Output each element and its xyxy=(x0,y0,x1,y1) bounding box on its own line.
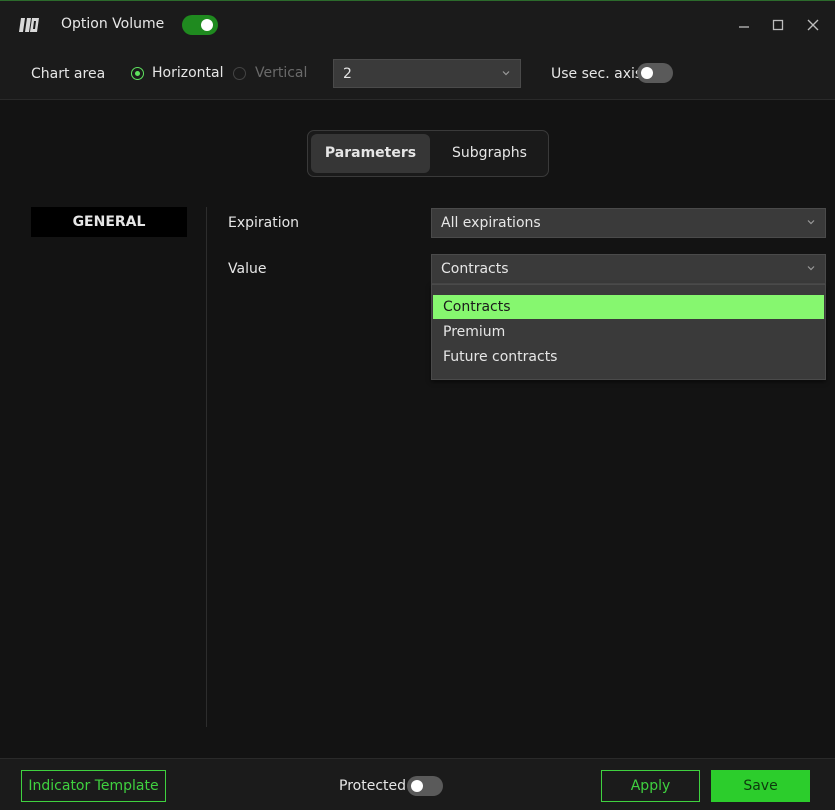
sec-axis-label: Use sec. axis xyxy=(551,66,643,82)
protected-toggle[interactable] xyxy=(407,776,443,796)
app-logo-icon xyxy=(19,18,39,32)
tab-subgraphs[interactable]: Subgraphs xyxy=(433,134,546,173)
nav-item-general[interactable]: GENERAL xyxy=(31,207,187,237)
indicator-settings-window: Option Volume Chart area Horizontal Vert… xyxy=(0,0,835,810)
pane-select[interactable]: 2 xyxy=(333,59,521,88)
dropdown-option-contracts[interactable]: Contracts xyxy=(433,295,824,319)
close-button[interactable] xyxy=(802,14,824,36)
sec-axis-toggle[interactable] xyxy=(637,63,673,83)
expiration-select-value: All expirations xyxy=(441,215,541,231)
chevron-down-icon xyxy=(502,71,510,76)
footer-bar: Indicator Template Protected Apply Save xyxy=(0,758,835,810)
apply-button[interactable]: Apply xyxy=(601,770,700,802)
tab-parameters[interactable]: Parameters xyxy=(311,134,430,173)
indicator-enabled-toggle[interactable] xyxy=(182,15,218,35)
expiration-select[interactable]: All expirations xyxy=(431,208,826,238)
chart-area-row: Chart area Horizontal Vertical 2 Use sec… xyxy=(0,48,835,100)
orientation-horizontal-label: Horizontal xyxy=(152,65,224,81)
pane-select-value: 2 xyxy=(343,66,352,82)
chevron-down-icon xyxy=(807,220,815,225)
save-button[interactable]: Save xyxy=(711,770,810,802)
toggle-knob xyxy=(411,780,423,792)
settings-tabs: Parameters Subgraphs xyxy=(307,130,549,177)
orientation-vertical-label: Vertical xyxy=(255,65,308,81)
dropdown-option-premium[interactable]: Premium xyxy=(433,320,824,344)
window-title: Option Volume xyxy=(61,16,165,32)
radio-unselected-icon[interactable] xyxy=(233,67,246,80)
value-label: Value xyxy=(228,261,267,277)
radio-selected-icon[interactable] xyxy=(131,67,144,80)
value-select-value: Contracts xyxy=(441,261,509,277)
toggle-knob xyxy=(641,67,653,79)
chevron-down-icon xyxy=(807,266,815,271)
section-divider xyxy=(206,207,207,727)
chart-area-label: Chart area xyxy=(31,66,106,82)
toggle-knob xyxy=(201,19,213,31)
indicator-template-button[interactable]: Indicator Template xyxy=(21,770,166,802)
value-select[interactable]: Contracts xyxy=(431,254,826,284)
maximize-icon xyxy=(772,19,784,31)
minimize-button[interactable] xyxy=(733,14,755,36)
value-dropdown-list: Contracts Premium Future contracts xyxy=(431,284,826,380)
maximize-button[interactable] xyxy=(767,14,789,36)
expiration-label: Expiration xyxy=(228,215,300,231)
title-bar: Option Volume xyxy=(0,1,835,48)
minimize-icon xyxy=(739,26,749,28)
protected-label: Protected xyxy=(339,778,406,794)
close-icon xyxy=(807,19,819,31)
dropdown-option-future-contracts[interactable]: Future contracts xyxy=(433,345,824,369)
